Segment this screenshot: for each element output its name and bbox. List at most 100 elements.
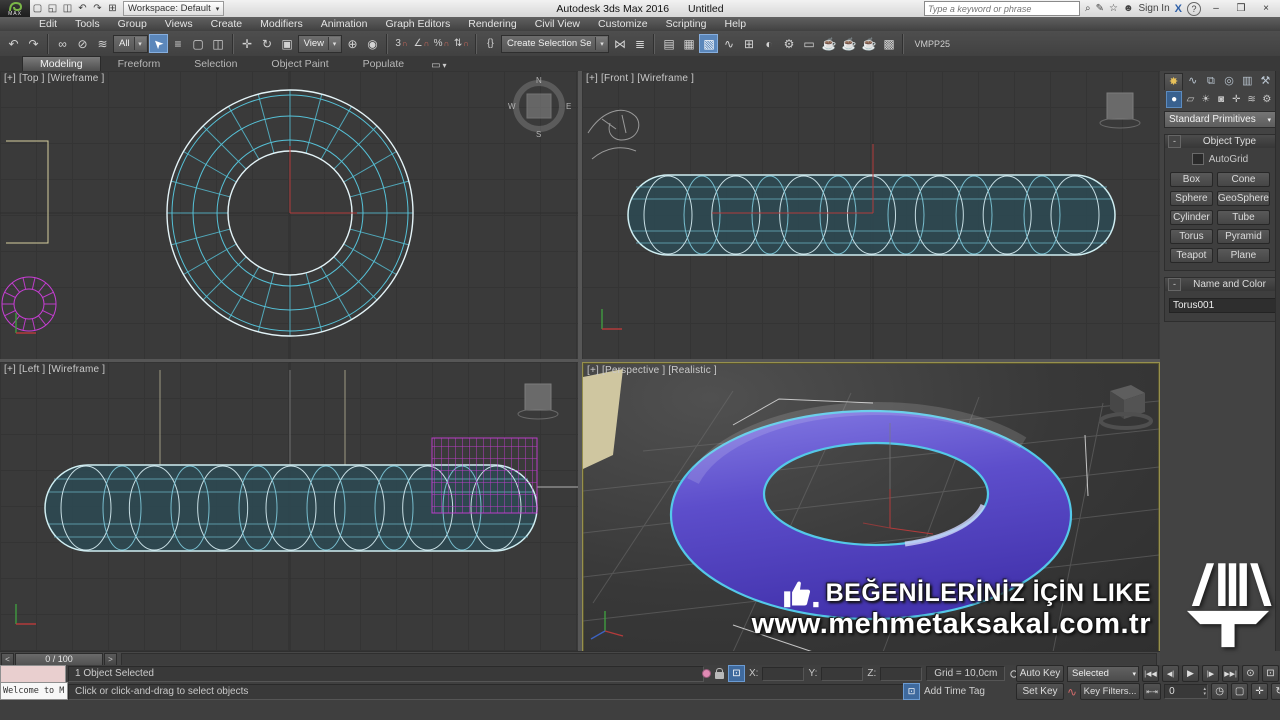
next-key-button[interactable]: |▶ (1202, 665, 1219, 682)
systems-category-icon[interactable]: ⚙ (1260, 92, 1274, 107)
favorites-icon[interactable]: ☆ (1109, 3, 1118, 14)
panel-scrollbar[interactable] (1275, 71, 1280, 651)
box-button[interactable]: Box (1170, 172, 1213, 187)
angle-snap-icon[interactable]: ∠ (412, 34, 431, 53)
search-input[interactable] (924, 1, 1081, 16)
viewcube[interactable] (1099, 92, 1141, 129)
object-type-rollout-header[interactable]: - Object Type (1165, 135, 1275, 148)
sign-in-button[interactable]: Sign In (1139, 3, 1170, 14)
set-key-button[interactable]: Set Key (1016, 683, 1064, 700)
teapot-button[interactable]: Teapot (1170, 248, 1213, 263)
workspace-dropdown[interactable]: Workspace: Default ▾ (123, 1, 225, 16)
z-coord-field[interactable] (880, 666, 923, 681)
add-time-tag-label[interactable]: Add Time Tag (924, 686, 985, 697)
collapse-icon[interactable]: - (1168, 135, 1181, 148)
previous-key-button[interactable]: ◀| (1162, 665, 1179, 682)
compass-east-label[interactable]: E (566, 102, 571, 111)
time-tag-icon[interactable]: ⊡ (903, 683, 920, 700)
spinner-snap-icon[interactable]: ⇅ (452, 34, 471, 53)
zoom-region-icon[interactable]: ▢ (1231, 683, 1249, 700)
select-and-scale-icon[interactable]: ▣ (278, 34, 297, 53)
time-slider-handle[interactable]: 0 / 100 (15, 652, 103, 666)
save-file-icon[interactable]: ◫ (60, 0, 75, 17)
helpers-category-icon[interactable]: ✛ (1229, 92, 1243, 107)
select-and-rotate-icon[interactable]: ↻ (258, 34, 277, 53)
time-slider-track[interactable] (121, 652, 1157, 666)
collapse-icon[interactable]: - (1168, 278, 1181, 291)
viewport-left-label[interactable]: [+] [Left ] [Wireframe ] (4, 364, 105, 375)
toggle-scene-explorer-icon[interactable]: ▧ (699, 34, 719, 53)
compass-south-label[interactable]: S (536, 130, 541, 139)
key-filters-button[interactable]: Key Filters... (1080, 683, 1141, 700)
restore-button[interactable]: ❒ (1231, 3, 1251, 14)
geosphere-button[interactable]: GeoSphere (1216, 191, 1270, 206)
selection-filter-dropdown[interactable]: All ▾ (113, 34, 148, 53)
render-production-icon[interactable]: ☕ (819, 34, 838, 53)
undo-icon[interactable]: ↶ (4, 34, 23, 53)
tab-object-paint[interactable]: Object Paint (254, 57, 345, 71)
orbit-icon[interactable]: ↻ (1271, 683, 1280, 700)
named-selection-sets-icon[interactable]: {} (481, 34, 500, 53)
viewcube[interactable] (517, 383, 559, 420)
menu-create[interactable]: Create (202, 17, 252, 31)
mirror-icon[interactable]: ⋈ (610, 34, 629, 53)
undo-quick-icon[interactable]: ↶ (75, 0, 90, 17)
activeshade-icon[interactable]: ☕ (859, 34, 878, 53)
geometry-category-icon[interactable]: ● (1166, 90, 1183, 108)
current-frame-field[interactable]: 0 ▴ ▾ (1164, 684, 1209, 699)
menu-group[interactable]: Group (109, 17, 156, 31)
spinner-down-icon[interactable]: ▾ (1204, 691, 1207, 697)
zoom-icon[interactable]: ⊙ (1242, 665, 1259, 682)
viewport-front[interactable]: [+] [Front ] [Wireframe ] (582, 71, 1160, 359)
secondary-torus-wireframe[interactable] (1, 276, 57, 332)
ribbon-display-toggle[interactable]: ▭ ▾ (431, 60, 446, 71)
transform-gizmo[interactable] (862, 489, 934, 535)
cylinder-button[interactable]: Cylinder (1170, 210, 1213, 225)
viewport-left[interactable]: [+] [Left ] [Wireframe ] (0, 362, 578, 651)
align-icon[interactable]: ≣ (630, 34, 649, 53)
menu-animation[interactable]: Animation (312, 17, 377, 31)
snaps-toggle-icon[interactable]: 3 (392, 34, 411, 53)
y-coord-field[interactable] (821, 666, 864, 681)
go-to-start-button[interactable]: |◀◀ (1142, 665, 1159, 682)
space-warps-category-icon[interactable]: ≋ (1244, 92, 1258, 107)
maxscript-listener-line[interactable]: Welcome to M (0, 682, 68, 700)
bind-to-space-warp-icon[interactable]: ≋ (93, 34, 112, 53)
tab-selection[interactable]: Selection (177, 57, 254, 71)
compass-north-label[interactable]: N (536, 76, 542, 85)
secondary-torus-grid-wireframe[interactable] (431, 437, 538, 514)
render-setup-icon[interactable]: ⚙ (779, 34, 798, 53)
geometry-category-dropdown[interactable]: Standard Primitives ▾ (1164, 111, 1276, 128)
sphere-button[interactable]: Sphere (1170, 191, 1213, 206)
cameras-category-icon[interactable]: ◙ (1214, 92, 1228, 107)
create-tab-icon[interactable]: ✸ (1164, 72, 1184, 90)
window-crossing-icon[interactable]: ◫ (209, 34, 228, 53)
menu-tools[interactable]: Tools (66, 17, 109, 31)
lights-category-icon[interactable]: ☀ (1199, 92, 1213, 107)
cone-button[interactable]: Cone (1216, 172, 1270, 187)
application-menu-button[interactable]: MAX (0, 0, 30, 17)
torus-object-front-view[interactable] (627, 174, 1116, 256)
modify-tab-icon[interactable]: ∿ (1184, 73, 1201, 89)
go-to-end-button[interactable]: ▶▶| (1222, 665, 1239, 682)
select-by-name-icon[interactable]: ≡ (169, 34, 188, 53)
close-button[interactable]: × (1256, 3, 1276, 14)
menu-graph-editors[interactable]: Graph Editors (376, 17, 459, 31)
menu-scripting[interactable]: Scripting (657, 17, 716, 31)
rectangular-selection-region-icon[interactable]: ▢ (189, 34, 208, 53)
background-object-outline[interactable] (6, 140, 49, 244)
new-file-icon[interactable]: ▢ (30, 0, 45, 17)
viewport-top-label[interactable]: [+] [Top ] [Wireframe ] (4, 73, 104, 84)
menu-rendering[interactable]: Rendering (459, 17, 525, 31)
help-icon[interactable]: ? (1187, 1, 1201, 16)
menu-customize[interactable]: Customize (589, 17, 657, 31)
project-folder-icon[interactable]: ⊞ (105, 0, 120, 17)
use-pivot-center-icon[interactable]: ⊕ (343, 34, 362, 53)
percent-snap-icon[interactable]: % (432, 34, 451, 53)
curve-editor-icon[interactable]: ∿ (719, 34, 738, 53)
motion-tab-icon[interactable]: ◎ (1221, 73, 1238, 89)
pyramid-button[interactable]: Pyramid (1216, 229, 1270, 244)
minimize-button[interactable]: – (1206, 3, 1226, 14)
menu-views[interactable]: Views (156, 17, 202, 31)
background-wall-object[interactable] (583, 369, 623, 469)
